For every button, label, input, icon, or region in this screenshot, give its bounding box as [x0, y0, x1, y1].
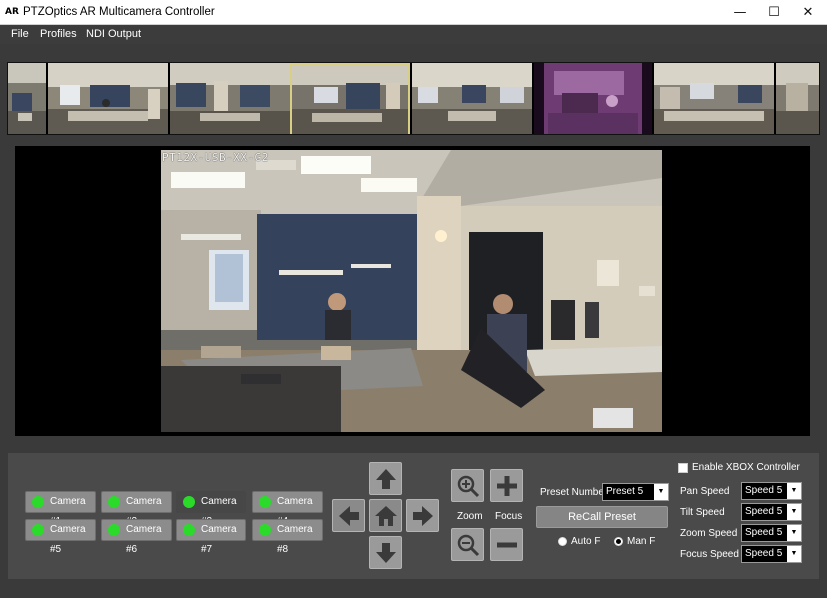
arrow-down-icon [376, 543, 396, 563]
camera-5-button[interactable]: Camera #5 [25, 519, 96, 555]
pan-speed-select[interactable]: Speed 5 ▼ [741, 482, 802, 500]
preset-number-label: Preset Number [540, 487, 608, 498]
menu-file[interactable]: File [11, 28, 29, 40]
title-bar: AR PTZOptics AR Multicamera Controller —… [0, 0, 827, 25]
tilt-speed-label: Tilt Speed [680, 507, 725, 518]
camera-6-button[interactable]: Camera #6 [101, 519, 172, 555]
zoom-in-button[interactable] [451, 469, 484, 502]
camera-thumbnail[interactable] [534, 63, 652, 134]
status-indicator-icon [183, 496, 195, 508]
tilt-speed-select[interactable]: Speed 5 ▼ [741, 503, 802, 521]
camera-7-label: Camera #7 [201, 524, 237, 555]
pan-left-button[interactable] [332, 499, 365, 532]
focus-label: Focus [495, 511, 523, 522]
camera-1-button[interactable]: Camera #1 [25, 491, 96, 527]
chevron-down-icon: ▼ [787, 483, 801, 499]
status-indicator-icon [32, 496, 44, 508]
home-button[interactable] [369, 499, 402, 532]
focus-near-button[interactable] [490, 469, 523, 502]
focus-far-button[interactable] [490, 528, 523, 561]
zoom-out-icon [457, 534, 480, 557]
window-title: PTZOptics AR Multicamera Controller [23, 6, 215, 18]
tilt-down-button[interactable] [369, 536, 402, 569]
focus-speed-select[interactable]: Speed 5 ▼ [741, 545, 802, 563]
camera-thumbnail[interactable] [412, 63, 532, 134]
menu-bar: File Profiles NDI Output [0, 25, 827, 44]
maximize-button[interactable]: ☐ [757, 0, 791, 25]
camera-thumbnail[interactable] [8, 63, 46, 134]
focus-speed-label: Focus Speed [680, 549, 739, 560]
camera-2-button[interactable]: Camera #2 [101, 491, 172, 527]
tilt-speed-value: Speed 5 [745, 506, 783, 517]
pan-right-button[interactable] [406, 499, 439, 532]
recall-preset-button[interactable]: ReCall Preset [536, 506, 668, 528]
preset-number-select[interactable]: Preset 5 ▼ [602, 483, 669, 501]
camera-thumbnail[interactable] [776, 63, 819, 134]
camera-model-overlay: PT12X-USB-XX-G2 [162, 151, 269, 164]
zoom-out-button[interactable] [451, 528, 484, 561]
preset-number-value: Preset 5 [606, 486, 644, 497]
camera-thumbnail-selected[interactable] [290, 63, 410, 134]
zoom-speed-value: Speed 5 [745, 527, 783, 538]
chevron-down-icon: ▼ [654, 484, 668, 500]
live-camera-feed [161, 150, 662, 432]
arrow-left-icon [339, 506, 359, 526]
camera-7-button[interactable]: Camera #7 [176, 519, 246, 555]
xbox-controller-label: Enable XBOX Controller [692, 462, 800, 473]
close-button[interactable]: ✕ [791, 0, 825, 25]
chevron-down-icon: ▼ [787, 525, 801, 541]
camera-4-button[interactable]: Camera #4 [252, 491, 323, 527]
plus-icon [497, 476, 517, 496]
manual-focus-radio[interactable] [614, 537, 623, 546]
status-indicator-icon [259, 524, 271, 536]
camera-thumbnail[interactable] [654, 63, 774, 134]
zoom-speed-label: Zoom Speed [680, 528, 738, 539]
tilt-up-button[interactable] [369, 462, 402, 495]
status-indicator-icon [108, 524, 120, 536]
control-panel: Camera #1 Camera #2 Camera #3 Camera #4 … [7, 452, 820, 580]
focus-speed-value: Speed 5 [745, 548, 783, 559]
chevron-down-icon: ▼ [787, 504, 801, 520]
minimize-button[interactable]: — [723, 0, 757, 25]
zoom-in-icon [457, 475, 480, 498]
xbox-controller-checkbox[interactable] [678, 463, 688, 473]
status-indicator-icon [259, 496, 271, 508]
auto-focus-radio[interactable] [558, 537, 567, 546]
camera-8-button[interactable]: Camera #8 [252, 519, 323, 555]
zoom-speed-select[interactable]: Speed 5 ▼ [741, 524, 802, 542]
zoom-label: Zoom [457, 511, 483, 522]
camera-6-label: Camera #6 [126, 524, 162, 555]
chevron-down-icon: ▼ [787, 546, 801, 562]
camera-5-label: Camera #5 [50, 524, 86, 555]
pan-speed-value: Speed 5 [745, 485, 783, 496]
manual-focus-label: Man F [627, 536, 656, 547]
camera-thumbnail[interactable] [48, 63, 168, 134]
arrow-right-icon [413, 506, 433, 526]
camera-thumbnail-strip [7, 62, 820, 135]
status-indicator-icon [108, 496, 120, 508]
status-indicator-icon [183, 524, 195, 536]
home-icon [375, 506, 397, 526]
camera-3-button[interactable]: Camera #3 [176, 491, 246, 527]
pan-speed-label: Pan Speed [680, 486, 730, 497]
app-logo-icon: AR [5, 7, 19, 17]
status-indicator-icon [32, 524, 44, 536]
camera-thumbnail[interactable] [170, 63, 290, 134]
minus-icon [497, 542, 517, 548]
camera-8-label: Camera #8 [277, 524, 313, 555]
auto-focus-label: Auto F [571, 536, 601, 547]
menu-ndi-output[interactable]: NDI Output [86, 28, 141, 40]
menu-profiles[interactable]: Profiles [40, 28, 77, 40]
arrow-up-icon [376, 469, 396, 489]
